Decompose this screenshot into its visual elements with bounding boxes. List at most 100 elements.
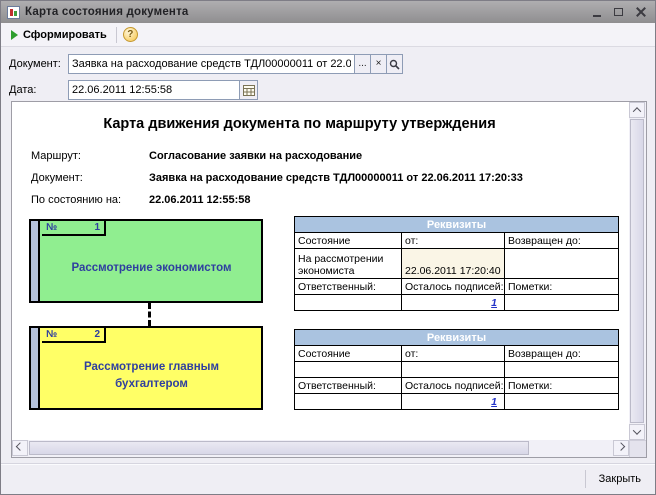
close-icon <box>636 7 646 17</box>
vertical-scrollbar[interactable] <box>629 102 646 440</box>
report-heading: Карта движения документа по маршруту утв… <box>12 116 587 132</box>
generate-button-label: Сформировать <box>23 29 107 41</box>
minimize-icon <box>593 15 601 17</box>
calendar-icon <box>243 85 255 96</box>
info-row-route: Маршрут: Согласование заявки на расходов… <box>31 150 362 162</box>
table-1-state-label: Состояние <box>295 233 402 249</box>
stage-connector-line <box>148 303 151 326</box>
table-2-header: Реквизиты <box>295 330 619 346</box>
scroll-down-button[interactable] <box>629 424 645 440</box>
chevron-down-icon <box>633 426 641 434</box>
calendar-button[interactable] <box>239 81 257 99</box>
table-1-signatures-cell: 1 <box>402 295 505 311</box>
route-value: Согласование заявки на расходование <box>149 150 362 162</box>
report-panel: Карта движения документа по маршруту утв… <box>11 101 647 458</box>
horizontal-scrollbar[interactable] <box>12 440 629 457</box>
stage-1-title: Рассмотрение экономистом <box>42 236 261 301</box>
table-1-signatures-link[interactable]: 1 <box>491 297 497 309</box>
date-field <box>68 80 258 100</box>
stage-1-no-sign: № <box>46 222 57 233</box>
date-row: Дата: <box>9 80 647 100</box>
maximize-icon <box>614 8 623 16</box>
stage-1-number: 1 <box>94 222 100 233</box>
magnifier-icon <box>389 59 400 70</box>
form-area: Документ: ... × Дата: <box>1 47 655 100</box>
table-1-returned-label: Возвращен до: <box>505 233 619 249</box>
table-2-state-value <box>295 362 402 378</box>
stage-2-title: Рассмотрение главным бухгалтером <box>42 343 261 408</box>
scrollbar-corner <box>629 440 646 457</box>
table-2-state-label: Состояние <box>295 346 402 362</box>
info-row-asof: По состоянию на: 22.06.2011 12:55:58 <box>31 194 251 206</box>
table-2-returned-label: Возвращен до: <box>505 346 619 362</box>
table-2-notes-label: Пометки: <box>505 378 619 394</box>
generate-button[interactable]: Сформировать <box>8 28 110 42</box>
table-2-signatures-link[interactable]: 1 <box>491 396 497 408</box>
date-input[interactable] <box>68 80 258 100</box>
help-button[interactable]: ? <box>123 27 138 42</box>
scroll-left-button[interactable] <box>12 440 28 456</box>
requisites-table-2: Реквизиты Состояние от: Возвращен до: От… <box>294 329 619 410</box>
table-2-notes-value <box>505 394 619 410</box>
stage-2-no-sign: № <box>46 329 57 340</box>
play-icon <box>11 30 18 40</box>
table-2-responsible-value <box>295 394 402 410</box>
document-status-window: Карта состояния документа Сформировать ?… <box>0 0 656 495</box>
app-icon <box>7 6 20 19</box>
stage-2-number: 2 <box>94 329 100 340</box>
table-1-notes-label: Пометки: <box>505 279 619 295</box>
footer-separator <box>585 470 586 488</box>
table-2-signatures-cell: 1 <box>402 394 505 410</box>
table-1-notes-value <box>505 295 619 311</box>
document-input[interactable] <box>68 54 355 74</box>
stage-1-number-badge: № 1 <box>42 221 106 236</box>
window-title: Карта состояния документа <box>25 6 583 18</box>
table-1-responsible-label: Ответственный: <box>295 279 402 295</box>
stage-2-strip <box>31 328 40 408</box>
titlebar: Карта состояния документа <box>1 1 655 23</box>
table-2-from-label: от: <box>402 346 505 362</box>
date-label: Дата: <box>9 84 68 96</box>
table-1-returned-value <box>505 249 619 279</box>
horizontal-scroll-thumb[interactable] <box>29 441 529 455</box>
report-document-value: Заявка на расходование средств ТДЛ000000… <box>149 172 523 184</box>
table-1-signatures-label: Осталось подписей: <box>402 279 505 295</box>
document-open-button[interactable] <box>386 54 403 74</box>
table-1-state-value: На рассмотрении экономиста <box>295 249 402 279</box>
chevron-up-icon <box>633 107 641 115</box>
asof-label: По состоянию на: <box>31 194 149 206</box>
stage-2-number-badge: № 2 <box>42 328 106 343</box>
close-button[interactable] <box>632 4 649 20</box>
toolbar-separator <box>116 27 117 43</box>
table-1-responsible-value <box>295 295 402 311</box>
stage-box-1[interactable]: № 1 Рассмотрение экономистом <box>29 219 263 303</box>
chevron-right-icon <box>617 442 625 450</box>
route-label: Маршрут: <box>31 150 149 162</box>
scroll-up-button[interactable] <box>629 102 645 118</box>
chevron-left-icon <box>16 442 24 450</box>
vertical-scroll-thumb[interactable] <box>630 119 644 423</box>
document-label: Документ: <box>9 58 68 70</box>
report-document-label: Документ: <box>31 172 149 184</box>
asof-value: 22.06.2011 12:55:58 <box>149 194 251 206</box>
table-1-from-label: от: <box>402 233 505 249</box>
table-2-signatures-label: Осталось подписей: <box>402 378 505 394</box>
maximize-button[interactable] <box>610 4 627 20</box>
table-1-from-value: 22.06.2011 17:20:40 <box>402 249 505 279</box>
info-row-document: Документ: Заявка на расходование средств… <box>31 172 523 184</box>
footer-bar: Закрыть <box>1 463 655 494</box>
document-choose-button[interactable]: ... <box>354 54 371 74</box>
document-clear-button[interactable]: × <box>370 54 387 74</box>
table-2-responsible-label: Ответственный: <box>295 378 402 394</box>
table-2-returned-value <box>505 362 619 378</box>
close-window-button[interactable]: Закрыть <box>595 470 645 488</box>
scroll-right-button[interactable] <box>613 440 629 456</box>
report-content: Карта движения документа по маршруту утв… <box>12 102 629 440</box>
minimize-button[interactable] <box>588 4 605 20</box>
stage-1-strip <box>31 221 40 301</box>
requisites-table-1: Реквизиты Состояние от: Возвращен до: На… <box>294 216 619 311</box>
document-row: Документ: ... × <box>9 54 647 74</box>
stage-box-2[interactable]: № 2 Рассмотрение главным бухгалтером <box>29 326 263 410</box>
table-1-header: Реквизиты <box>295 217 619 233</box>
table-2-from-value <box>402 362 505 378</box>
